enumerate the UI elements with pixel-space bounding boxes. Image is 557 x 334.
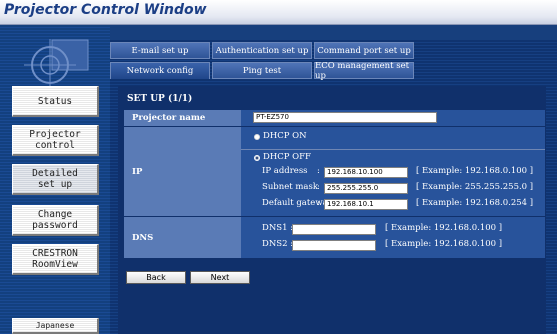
japanese-button[interactable]: Japanese — [12, 318, 99, 334]
colon-separator: : — [317, 198, 320, 208]
tab-email-setup[interactable]: E-mail set up — [110, 42, 210, 59]
default-gateway-input[interactable]: 192.168.10.1 — [324, 199, 408, 210]
projector-control-button[interactable]: Projector control — [12, 125, 99, 156]
subnet-mask-example: [ Example: 255.255.255.0 ] — [416, 182, 534, 192]
crestron-roomview-button[interactable]: CRESTRON RoomView — [12, 244, 99, 275]
tab-authentication-setup[interactable]: Authentication set up — [212, 42, 312, 59]
ip-address-input[interactable]: 192.168.10.100 — [324, 167, 408, 178]
dns2-input[interactable] — [292, 240, 376, 251]
dns1-example: [ Example: 192.168.0.100 ] — [385, 223, 503, 233]
setup-heading: SET UP (1/1) — [127, 94, 193, 104]
dhcp-on-radio[interactable] — [254, 134, 260, 140]
colon-separator: : — [317, 166, 320, 176]
top-band — [110, 25, 557, 40]
status-button[interactable]: Status — [12, 86, 99, 117]
default-gateway-example: [ Example: 192.168.0.254 ] — [416, 198, 534, 208]
window-title-bar: Projector Control Window — [0, 0, 557, 25]
dns2-example: [ Example: 192.168.0.100 ] — [385, 239, 503, 249]
projector-name-label: Projector name — [124, 110, 241, 126]
ip-address-label: IP address — [262, 166, 308, 176]
dns-label: DNS — [124, 217, 241, 258]
change-password-button[interactable]: Change password — [12, 205, 99, 236]
detailed-setup-button[interactable]: Detailed set up — [12, 164, 99, 195]
dns1-label: DNS1 : — [262, 223, 294, 233]
ip-divider — [241, 149, 545, 150]
tab-ping-test[interactable]: Ping test — [212, 62, 312, 79]
projector-name-input[interactable]: PT-EZ570 — [253, 112, 437, 123]
tab-eco-management-setup[interactable]: ECO management set up — [314, 61, 414, 81]
next-button[interactable]: Next — [190, 271, 250, 284]
dhcp-off-radio[interactable] — [254, 155, 260, 161]
default-gateway-label: Default gateway — [262, 198, 333, 208]
projector-logo-icon — [24, 39, 89, 87]
colon-separator: : — [317, 182, 320, 192]
window-title: Projector Control Window — [4, 2, 207, 18]
back-button[interactable]: Back — [126, 271, 186, 284]
ip-label: IP — [124, 127, 241, 216]
tab-network-config[interactable]: Network config — [110, 62, 210, 79]
dhcp-off-label: DHCP OFF — [263, 152, 311, 162]
subnet-mask-label: Subnet mask — [262, 182, 319, 192]
dns2-label: DNS2 : — [262, 239, 294, 249]
subnet-mask-input[interactable]: 255.255.255.0 — [324, 183, 408, 194]
dns1-input[interactable] — [292, 224, 376, 235]
ip-address-example: [ Example: 192.168.0.100 ] — [416, 166, 534, 176]
tab-command-port-setup[interactable]: Command port set up — [314, 42, 414, 59]
dhcp-on-label: DHCP ON — [263, 131, 307, 141]
